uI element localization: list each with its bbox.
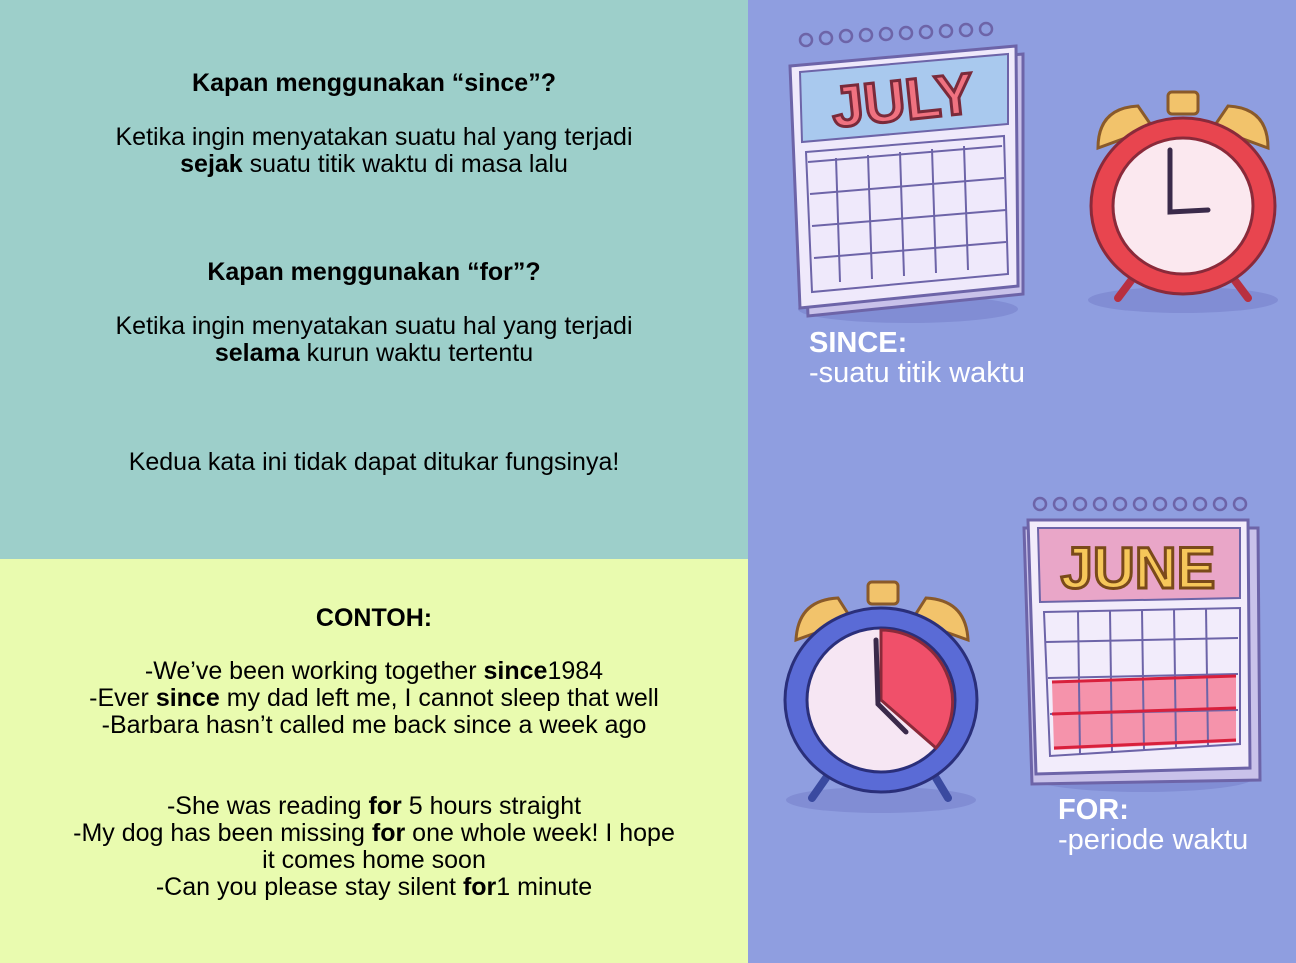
example-for-2: -My dog has been missing for one whole w… bbox=[0, 820, 748, 847]
examples-heading: CONTOH: bbox=[315, 604, 433, 632]
for-heading: Kapan menggunakan “for”? bbox=[207, 258, 541, 286]
example-for-1: -She was reading for 5 hours straight bbox=[0, 793, 748, 820]
example-keyword: since bbox=[483, 657, 548, 685]
example-since-2: -Ever since my dad left me, I cannot sle… bbox=[0, 685, 748, 712]
since-desc-line1: Ketika ingin menyatakan suatu hal yang t… bbox=[115, 123, 633, 151]
example-text: 1984 bbox=[547, 657, 604, 685]
since-caption-title: SINCE: bbox=[809, 327, 908, 359]
note-text: Kedua kata ini tidak dapat ditukar fungs… bbox=[128, 448, 620, 476]
example-since-1: -We’ve been working together since1984 bbox=[0, 658, 748, 685]
calendar-month-label: JUNE bbox=[1061, 536, 1216, 601]
for-caption-title: FOR: bbox=[1058, 794, 1129, 826]
since-caption-text: -suatu titik waktu bbox=[809, 357, 1025, 389]
since-caption: SINCE: -suatu titik waktu bbox=[809, 328, 1025, 388]
for-desc-rest: kurun waktu tertentu bbox=[299, 339, 534, 367]
rules-panel: Kapan menggunakan “since”? Ketika ingin … bbox=[0, 0, 748, 559]
for-keyword: selama bbox=[214, 339, 300, 367]
for-caption-text: -periode waktu bbox=[1058, 824, 1249, 856]
example-text: 5 hours straight bbox=[401, 792, 582, 820]
example-text: 1 minute bbox=[496, 873, 593, 901]
since-desc-rest: suatu titik waktu di masa lalu bbox=[242, 150, 568, 178]
example-text: -She was reading bbox=[166, 792, 369, 820]
since-keyword: sejak bbox=[180, 150, 243, 178]
for-caption: FOR: -periode waktu bbox=[1058, 795, 1248, 855]
example-text: my dad left me, I cannot sleep that well bbox=[219, 684, 659, 712]
illustration-panel: JULY SINCE: -suatu titik waktu JUNE FOR:… bbox=[748, 0, 1296, 963]
calendar-icon: JUNE bbox=[1022, 496, 1262, 792]
example-keyword: since bbox=[155, 684, 220, 712]
for-desc-line1: Ketika ingin menyatakan suatu hal yang t… bbox=[115, 312, 633, 340]
calendar-icon: JULY bbox=[788, 21, 1025, 323]
example-text: -My dog has been missing bbox=[73, 819, 372, 847]
alarm-clock-icon bbox=[1088, 90, 1278, 313]
since-desc-line2: sejak suatu titik waktu di masa lalu bbox=[0, 151, 748, 178]
alarm-clock-icon bbox=[783, 580, 979, 813]
example-text: -Can you please stay silent bbox=[155, 873, 463, 901]
example-for-2-cont: it comes home soon bbox=[262, 846, 486, 874]
example-keyword: for bbox=[462, 873, 497, 901]
example-text: one whole week! I hope bbox=[405, 819, 675, 847]
example-text: -We’ve been working together bbox=[144, 657, 484, 685]
example-since-3: -Barbara hasn’t called me back since a w… bbox=[101, 711, 647, 739]
example-for-3: -Can you please stay silent for1 minute bbox=[0, 874, 748, 901]
examples-panel: CONTOH: -We’ve been working together sin… bbox=[0, 559, 748, 963]
since-heading: Kapan menggunakan “since”? bbox=[192, 69, 556, 97]
example-keyword: for bbox=[368, 792, 402, 820]
for-desc-line2: selama kurun waktu tertentu bbox=[0, 340, 748, 367]
example-text: -Ever bbox=[89, 684, 156, 712]
example-keyword: for bbox=[371, 819, 406, 847]
